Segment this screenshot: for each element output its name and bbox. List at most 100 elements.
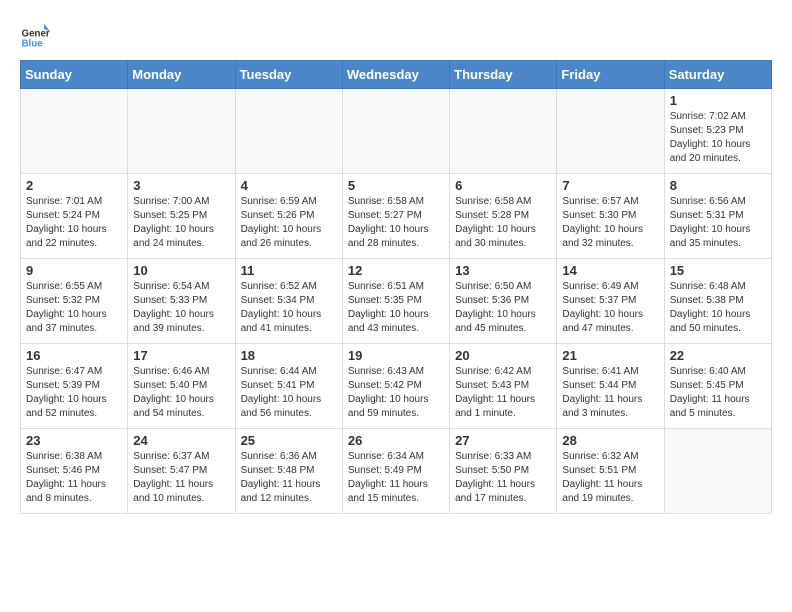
calendar-cell bbox=[235, 89, 342, 174]
calendar-cell: 6 Sunrise: 6:58 AM Sunset: 5:28 PM Daylig… bbox=[450, 174, 557, 259]
logo-icon: General Blue bbox=[20, 20, 50, 50]
calendar-cell bbox=[21, 89, 128, 174]
calendar-cell: 18 Sunrise: 6:44 AM Sunset: 5:41 PM Dayli… bbox=[235, 344, 342, 429]
day-number: 22 bbox=[670, 348, 766, 363]
day-number: 9 bbox=[26, 263, 122, 278]
day-number: 27 bbox=[455, 433, 551, 448]
day-info: Sunrise: 6:47 AM Sunset: 5:39 PM Dayligh… bbox=[26, 365, 122, 421]
day-number: 26 bbox=[348, 433, 444, 448]
calendar-cell: 2 Sunrise: 7:01 AM Sunset: 5:24 PM Daylig… bbox=[21, 174, 128, 259]
day-info: Sunrise: 6:43 AM Sunset: 5:42 PM Dayligh… bbox=[348, 365, 444, 421]
day-info: Sunrise: 6:41 AM Sunset: 5:44 PM Dayligh… bbox=[562, 365, 658, 421]
day-number: 5 bbox=[348, 178, 444, 193]
logo: General Blue bbox=[20, 20, 50, 50]
day-number: 15 bbox=[670, 263, 766, 278]
calendar-cell bbox=[557, 89, 664, 174]
day-info: Sunrise: 6:58 AM Sunset: 5:27 PM Dayligh… bbox=[348, 195, 444, 251]
day-header-tuesday: Tuesday bbox=[235, 61, 342, 89]
day-header-wednesday: Wednesday bbox=[342, 61, 449, 89]
day-header-saturday: Saturday bbox=[664, 61, 771, 89]
day-number: 14 bbox=[562, 263, 658, 278]
calendar-cell: 4Sunrise: 6:59 AM Sunset: 5:26 PM Daylig… bbox=[235, 174, 342, 259]
week-row-4: 16 Sunrise: 6:47 AM Sunset: 5:39 PM Dayli… bbox=[21, 344, 772, 429]
day-number: 23 bbox=[26, 433, 122, 448]
day-number: 12 bbox=[348, 263, 444, 278]
day-number: 21 bbox=[562, 348, 658, 363]
header: General Blue bbox=[20, 20, 772, 50]
day-number: 11 bbox=[241, 263, 337, 278]
calendar-cell: 15 Sunrise: 6:48 AM Sunset: 5:38 PM Dayli… bbox=[664, 259, 771, 344]
day-number: 18 bbox=[241, 348, 337, 363]
calendar-cell: 20Sunrise: 6:42 AM Sunset: 5:43 PM Dayli… bbox=[450, 344, 557, 429]
day-number: 2 bbox=[26, 178, 122, 193]
day-info: Sunrise: 6:57 AM Sunset: 5:30 PM Dayligh… bbox=[562, 195, 658, 251]
day-info: Sunrise: 6:40 AM Sunset: 5:45 PM Dayligh… bbox=[670, 365, 766, 421]
week-row-5: 23 Sunrise: 6:38 AM Sunset: 5:46 PM Dayli… bbox=[21, 429, 772, 514]
day-info: Sunrise: 6:42 AM Sunset: 5:43 PM Dayligh… bbox=[455, 365, 551, 421]
day-info: Sunrise: 6:49 AM Sunset: 5:37 PM Dayligh… bbox=[562, 280, 658, 336]
day-info: Sunrise: 6:51 AM Sunset: 5:35 PM Dayligh… bbox=[348, 280, 444, 336]
calendar-cell: 12 Sunrise: 6:51 AM Sunset: 5:35 PM Dayli… bbox=[342, 259, 449, 344]
day-number: 6 bbox=[455, 178, 551, 193]
day-info: Sunrise: 6:34 AM Sunset: 5:49 PM Dayligh… bbox=[348, 450, 444, 506]
day-header-sunday: Sunday bbox=[21, 61, 128, 89]
day-number: 13 bbox=[455, 263, 551, 278]
day-info: Sunrise: 6:48 AM Sunset: 5:38 PM Dayligh… bbox=[670, 280, 766, 336]
calendar-cell bbox=[128, 89, 235, 174]
calendar-cell: 3Sunrise: 7:00 AM Sunset: 5:25 PM Daylig… bbox=[128, 174, 235, 259]
calendar-cell: 17 Sunrise: 6:46 AM Sunset: 5:40 PM Dayli… bbox=[128, 344, 235, 429]
calendar-cell: 10 Sunrise: 6:54 AM Sunset: 5:33 PM Dayli… bbox=[128, 259, 235, 344]
day-info: Sunrise: 6:37 AM Sunset: 5:47 PM Dayligh… bbox=[133, 450, 229, 506]
calendar-cell: 28Sunrise: 6:32 AM Sunset: 5:51 PM Dayli… bbox=[557, 429, 664, 514]
day-number: 19 bbox=[348, 348, 444, 363]
day-info: Sunrise: 6:58 AM Sunset: 5:28 PM Dayligh… bbox=[455, 195, 551, 251]
calendar-cell: 22 Sunrise: 6:40 AM Sunset: 5:45 PM Dayli… bbox=[664, 344, 771, 429]
calendar-cell: 26 Sunrise: 6:34 AM Sunset: 5:49 PM Dayli… bbox=[342, 429, 449, 514]
day-number: 17 bbox=[133, 348, 229, 363]
calendar-cell bbox=[664, 429, 771, 514]
calendar-cell: 24 Sunrise: 6:37 AM Sunset: 5:47 PM Dayli… bbox=[128, 429, 235, 514]
calendar-cell: 23 Sunrise: 6:38 AM Sunset: 5:46 PM Dayli… bbox=[21, 429, 128, 514]
day-info: Sunrise: 6:38 AM Sunset: 5:46 PM Dayligh… bbox=[26, 450, 122, 506]
day-number: 28 bbox=[562, 433, 658, 448]
calendar-cell: 13 Sunrise: 6:50 AM Sunset: 5:36 PM Dayli… bbox=[450, 259, 557, 344]
day-number: 10 bbox=[133, 263, 229, 278]
week-row-3: 9 Sunrise: 6:55 AM Sunset: 5:32 PM Daylig… bbox=[21, 259, 772, 344]
day-info: Sunrise: 6:33 AM Sunset: 5:50 PM Dayligh… bbox=[455, 450, 551, 506]
calendar-cell: 21 Sunrise: 6:41 AM Sunset: 5:44 PM Dayli… bbox=[557, 344, 664, 429]
day-info: Sunrise: 6:54 AM Sunset: 5:33 PM Dayligh… bbox=[133, 280, 229, 336]
day-info: Sunrise: 6:55 AM Sunset: 5:32 PM Dayligh… bbox=[26, 280, 122, 336]
day-number: 8 bbox=[670, 178, 766, 193]
day-number: 24 bbox=[133, 433, 229, 448]
day-info: Sunrise: 6:46 AM Sunset: 5:40 PM Dayligh… bbox=[133, 365, 229, 421]
day-number: 7 bbox=[562, 178, 658, 193]
day-info: Sunrise: 6:59 AM Sunset: 5:26 PM Dayligh… bbox=[241, 195, 337, 251]
day-header-thursday: Thursday bbox=[450, 61, 557, 89]
day-number: 25 bbox=[241, 433, 337, 448]
calendar: SundayMondayTuesdayWednesdayThursdayFrid… bbox=[20, 60, 772, 514]
day-info: Sunrise: 6:36 AM Sunset: 5:48 PM Dayligh… bbox=[241, 450, 337, 506]
calendar-cell: 7 Sunrise: 6:57 AM Sunset: 5:30 PM Daylig… bbox=[557, 174, 664, 259]
calendar-cell: 11 Sunrise: 6:52 AM Sunset: 5:34 PM Dayli… bbox=[235, 259, 342, 344]
day-number: 1 bbox=[670, 93, 766, 108]
day-info: Sunrise: 6:56 AM Sunset: 5:31 PM Dayligh… bbox=[670, 195, 766, 251]
day-info: Sunrise: 6:44 AM Sunset: 5:41 PM Dayligh… bbox=[241, 365, 337, 421]
calendar-header-row: SundayMondayTuesdayWednesdayThursdayFrid… bbox=[21, 61, 772, 89]
day-info: Sunrise: 6:50 AM Sunset: 5:36 PM Dayligh… bbox=[455, 280, 551, 336]
calendar-cell: 14 Sunrise: 6:49 AM Sunset: 5:37 PM Dayli… bbox=[557, 259, 664, 344]
calendar-cell: 19 Sunrise: 6:43 AM Sunset: 5:42 PM Dayli… bbox=[342, 344, 449, 429]
week-row-1: 1 Sunrise: 7:02 AM Sunset: 5:23 PM Daylig… bbox=[21, 89, 772, 174]
day-number: 3 bbox=[133, 178, 229, 193]
calendar-cell: 1 Sunrise: 7:02 AM Sunset: 5:23 PM Daylig… bbox=[664, 89, 771, 174]
day-header-friday: Friday bbox=[557, 61, 664, 89]
calendar-cell: 8 Sunrise: 6:56 AM Sunset: 5:31 PM Daylig… bbox=[664, 174, 771, 259]
day-info: Sunrise: 7:02 AM Sunset: 5:23 PM Dayligh… bbox=[670, 110, 766, 166]
day-info: Sunrise: 6:52 AM Sunset: 5:34 PM Dayligh… bbox=[241, 280, 337, 336]
day-header-monday: Monday bbox=[128, 61, 235, 89]
svg-text:Blue: Blue bbox=[22, 38, 44, 49]
day-number: 16 bbox=[26, 348, 122, 363]
calendar-cell: 16 Sunrise: 6:47 AM Sunset: 5:39 PM Dayli… bbox=[21, 344, 128, 429]
calendar-cell bbox=[450, 89, 557, 174]
calendar-cell: 5 Sunrise: 6:58 AM Sunset: 5:27 PM Daylig… bbox=[342, 174, 449, 259]
day-info: Sunrise: 7:01 AM Sunset: 5:24 PM Dayligh… bbox=[26, 195, 122, 251]
